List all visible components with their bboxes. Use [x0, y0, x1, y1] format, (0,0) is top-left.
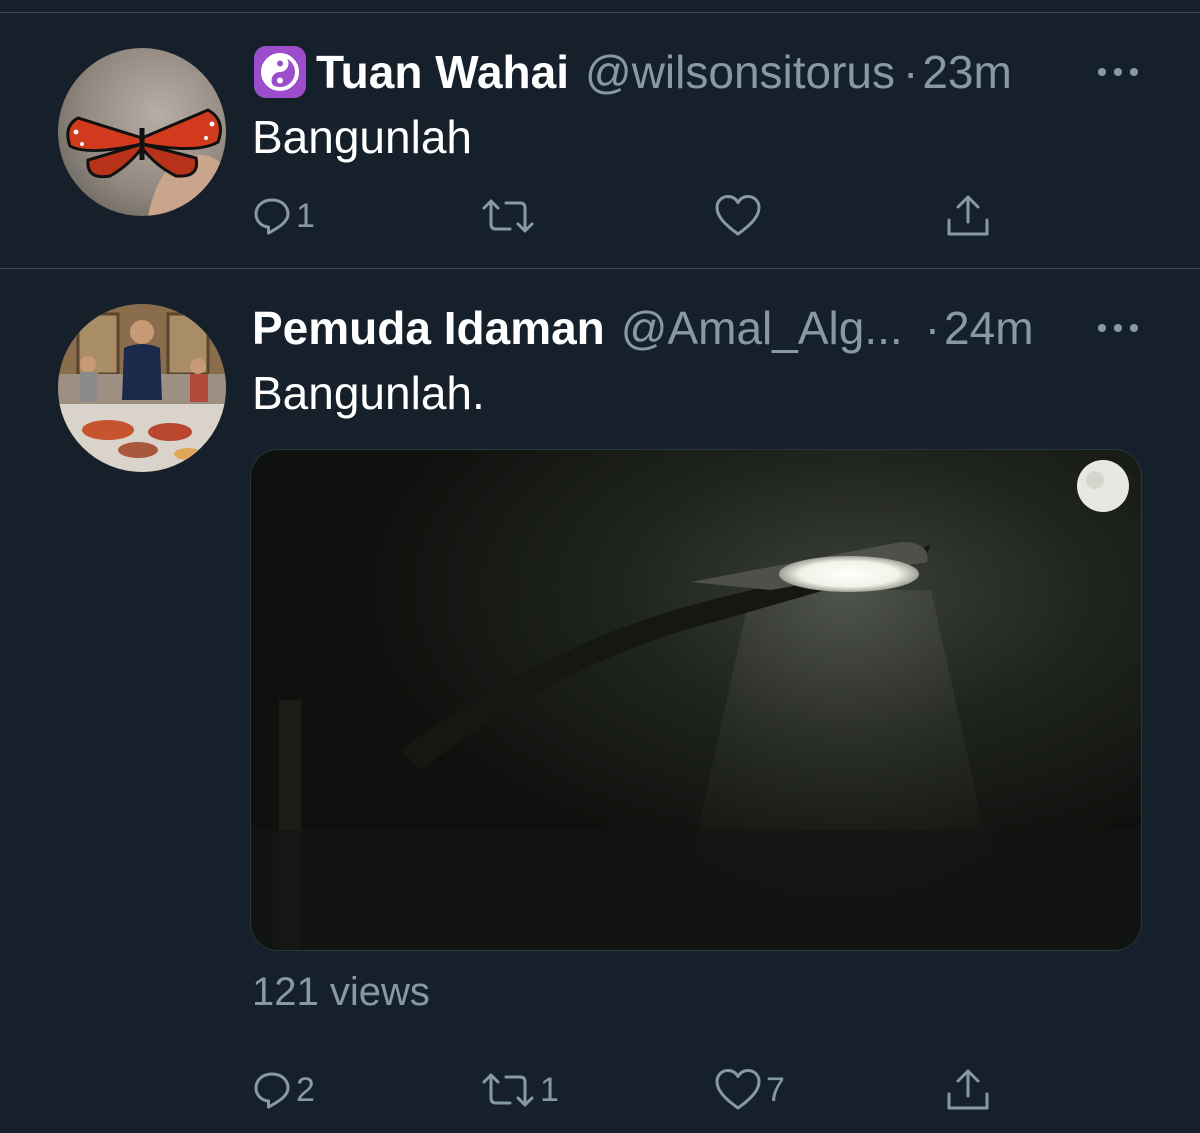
top-divider — [0, 12, 1200, 13]
user-handle[interactable]: @Amal_Alg... — [621, 301, 903, 355]
share-button[interactable] — [944, 1060, 992, 1120]
tweet-header: Tuan Wahai @wilsonsitorus · 23m — [252, 42, 1012, 102]
share-icon — [947, 1069, 989, 1110]
tweet-header: Pemuda Idaman @Amal_Alg... · 24m — [252, 298, 1034, 358]
tweet-text: Bangunlah — [252, 111, 472, 163]
retweet-button[interactable]: 1 — [480, 1060, 559, 1120]
reply-count: 1 — [296, 196, 315, 235]
tweet-divider — [0, 268, 1200, 269]
video-player[interactable] — [250, 449, 1142, 951]
retweet-button[interactable] — [480, 186, 540, 246]
yin-yang-icon — [252, 44, 308, 100]
retweet-icon — [482, 199, 534, 233]
more-options-icon[interactable] — [1094, 318, 1142, 338]
reply-button[interactable]: 2 — [252, 1060, 315, 1120]
heart-icon — [715, 195, 761, 236]
like-button[interactable] — [714, 186, 766, 246]
reply-icon — [254, 1072, 290, 1109]
more-options-icon[interactable] — [1094, 62, 1142, 82]
reply-count: 2 — [296, 1070, 315, 1109]
tweet-text: Bangunlah. — [252, 367, 485, 419]
group-photo-avatar[interactable] — [58, 304, 226, 472]
view-count: 121 views — [252, 970, 430, 1014]
reply-icon — [254, 198, 290, 235]
timestamp[interactable]: 24m — [944, 301, 1033, 355]
share-icon — [947, 195, 989, 236]
display-name[interactable]: Pemuda Idaman — [252, 301, 605, 355]
separator-dot: · — [924, 302, 941, 354]
heart-icon — [715, 1069, 761, 1110]
reply-button[interactable]: 1 — [252, 186, 315, 246]
separator-dot: · — [903, 46, 919, 98]
butterfly-avatar[interactable] — [58, 48, 226, 216]
share-button[interactable] — [944, 186, 992, 246]
display-name[interactable]: Tuan Wahai — [316, 45, 569, 99]
retweet-icon — [482, 1073, 534, 1107]
timestamp[interactable]: 23m — [922, 45, 1011, 99]
retweet-count: 1 — [540, 1070, 559, 1109]
user-handle[interactable]: @wilsonsitorus — [585, 45, 895, 99]
like-count: 7 — [766, 1070, 785, 1109]
like-button[interactable]: 7 — [714, 1060, 785, 1120]
